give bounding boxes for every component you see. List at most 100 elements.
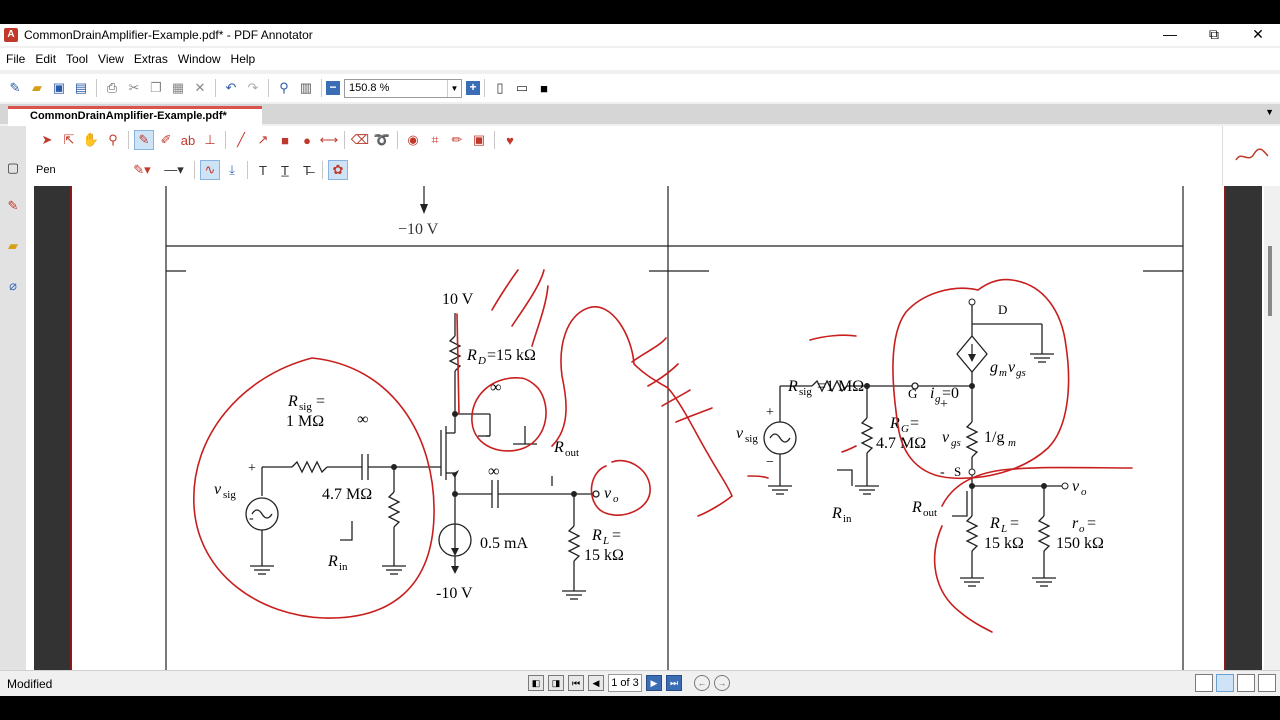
smooth-stroke-icon[interactable]: ∿ — [200, 160, 220, 180]
menu-extras[interactable]: Extras — [128, 52, 172, 66]
snap-icon[interactable]: ⤓ — [222, 160, 242, 180]
ruler-icon[interactable]: ✏ — [447, 130, 467, 150]
hand-pan-icon[interactable]: ✋ — [81, 130, 101, 150]
previous-page-icon[interactable]: ◀ — [588, 675, 604, 691]
menu-edit[interactable]: Edit — [29, 52, 60, 66]
toolbar-divider — [484, 79, 485, 97]
pen-color-icon[interactable]: ✎▾ — [127, 160, 157, 180]
zoom-in-button[interactable]: + — [466, 81, 480, 95]
line-style-icon[interactable]: ―▾ — [159, 160, 189, 180]
next-page-icon[interactable]: ▶ — [646, 675, 662, 691]
bookmark-pen-icon[interactable]: ✎ — [5, 198, 21, 214]
left-vsig-minus: - — [249, 511, 254, 526]
text-format-icon[interactable]: T — [253, 160, 273, 180]
zoom-tool-icon[interactable]: ⚲ — [103, 130, 123, 150]
left-rsig-subscript: sig — [299, 401, 312, 413]
menu-window[interactable]: Window — [172, 52, 225, 66]
pen-settings-icon[interactable]: ✿ — [328, 160, 348, 180]
eraser-icon[interactable]: ⌫ — [350, 130, 370, 150]
select-arrow-icon[interactable]: ➤ — [37, 130, 57, 150]
right-rout-label: R — [911, 499, 922, 516]
crop-icon[interactable]: ⌗ — [425, 130, 445, 150]
new-document-icon[interactable]: ✎ — [5, 78, 25, 98]
rectangle-icon[interactable]: ■ — [275, 130, 295, 150]
page-number-field[interactable]: 1 of 3 — [608, 674, 642, 692]
line-icon[interactable]: ╱ — [231, 130, 251, 150]
right-rsig-label: R — [787, 378, 798, 395]
measure-icon[interactable]: ⟷ — [319, 130, 339, 150]
right-ro-label: r — [1072, 515, 1079, 532]
two-page-continuous-view-icon[interactable] — [1258, 674, 1276, 692]
vertical-scrollbar[interactable] — [1264, 186, 1280, 670]
delete-icon[interactable]: ✕ — [190, 78, 210, 98]
tab-document[interactable]: CommonDrainAmplifier-Example.pdf* — [8, 106, 262, 126]
favorites-heart-icon[interactable]: ♥ — [500, 130, 520, 150]
open-folder-icon[interactable]: ▰ — [27, 78, 47, 98]
left-input-cap-label: ∞ — [357, 411, 368, 428]
left-rl-value: 15 kΩ — [584, 547, 624, 564]
left-rd-label: R — [466, 347, 477, 364]
fit-page-icon[interactable]: ▯ — [490, 78, 510, 98]
text-strike-icon[interactable]: T̶ — [297, 160, 317, 180]
save-icon[interactable]: ▣ — [49, 78, 69, 98]
previous-document-icon[interactable]: ◧ — [528, 675, 544, 691]
stamp-icon[interactable]: ⊥ — [200, 130, 220, 150]
minimize-button[interactable]: — — [1148, 24, 1192, 46]
find-binoculars-icon[interactable]: ⚲ — [274, 78, 294, 98]
annotation-tools-row: ➤ ⇱ ✋ ⚲ ✎ ✐ ab ⊥ ╱ ↗ ■ ● ⟷ ⌫ ➰ ◉ ⌗ ✏ ▣ ♥ — [36, 128, 521, 152]
zoom-combobox[interactable]: 150.8 % ▼ — [344, 78, 462, 98]
zoom-out-button[interactable]: − — [326, 81, 340, 95]
save-as-icon[interactable]: ▤ — [71, 78, 91, 98]
camera-icon[interactable]: ◉ — [403, 130, 423, 150]
menu-tool[interactable]: Tool — [60, 52, 92, 66]
stroke-preview-icon — [1234, 148, 1269, 161]
current-tool-label: Pen — [36, 164, 56, 176]
menu-file[interactable]: File — [0, 52, 29, 66]
menu-view[interactable]: View — [92, 52, 128, 66]
back-icon[interactable]: ← — [694, 675, 710, 691]
tab-list-chevron-icon[interactable]: ▼ — [1265, 107, 1274, 117]
undo-icon[interactable]: ↶ — [221, 78, 241, 98]
ellipse-icon[interactable]: ● — [297, 130, 317, 150]
maximize-button[interactable]: ⧉ — [1192, 24, 1236, 46]
text-box-icon[interactable]: ab — [178, 130, 198, 150]
right-ig-label: i — [930, 385, 934, 402]
arrow-line-icon[interactable]: ↗ — [253, 130, 273, 150]
single-page-view-icon[interactable] — [1195, 674, 1213, 692]
redo-icon[interactable]: ↷ — [243, 78, 263, 98]
right-vsig-plus: + — [766, 405, 774, 420]
lasso-icon[interactable]: ➰ — [372, 130, 392, 150]
insert-image-icon[interactable]: ▣ — [469, 130, 489, 150]
text-select-icon[interactable]: ⇱ — [59, 130, 79, 150]
fullscreen-icon[interactable]: ■ — [534, 78, 554, 98]
left-supply-bottom-label: -10 V — [436, 585, 473, 602]
page-setup-icon[interactable]: ▥ — [296, 78, 316, 98]
page-thumbnail-icon[interactable]: ▢ — [5, 160, 21, 176]
copy-icon[interactable]: ❐ — [146, 78, 166, 98]
two-page-view-icon[interactable] — [1237, 674, 1255, 692]
next-document-icon[interactable]: ◨ — [548, 675, 564, 691]
main-toolbar: ✎ ▰ ▣ ▤ ⎙ ✂ ❐ ▦ ✕ ↶ ↷ ⚲ ▥ − 150.8 % ▼ + … — [0, 74, 1280, 102]
left-vo-label: v — [604, 485, 612, 502]
menu-help[interactable]: Help — [225, 52, 260, 66]
close-button[interactable]: ✕ — [1236, 24, 1280, 46]
continuous-view-icon[interactable] — [1216, 674, 1234, 692]
pen-tool-icon[interactable]: ✎ — [134, 130, 154, 150]
print-icon[interactable]: ⎙ — [102, 78, 122, 98]
pdf-page[interactable]: −10 V 10 V R D =15 kΩ R sig = 1 MΩ ∞ ∞ ∞… — [70, 186, 1226, 670]
first-page-icon[interactable]: ⏮ — [568, 675, 584, 691]
document-viewport[interactable]: −10 V 10 V R D =15 kΩ R sig = 1 MΩ ∞ ∞ ∞… — [26, 186, 1280, 670]
paste-icon[interactable]: ▦ — [168, 78, 188, 98]
scrollbar-thumb[interactable] — [1268, 246, 1272, 316]
attachment-clip-icon[interactable]: ⌀ — [5, 278, 21, 294]
fit-width-icon[interactable]: ▭ — [512, 78, 532, 98]
forward-icon[interactable]: → — [714, 675, 730, 691]
marker-icon[interactable]: ✐ — [156, 130, 176, 150]
cut-icon[interactable]: ✂ — [124, 78, 144, 98]
left-rl-subscript: L — [602, 535, 609, 547]
last-page-icon[interactable]: ⏭ — [666, 675, 682, 691]
page-gutter-left — [34, 186, 70, 670]
text-underline-icon[interactable]: T̲ — [275, 160, 295, 180]
chevron-down-icon[interactable]: ▼ — [447, 79, 461, 97]
folder-icon[interactable]: ▰ — [5, 238, 21, 254]
